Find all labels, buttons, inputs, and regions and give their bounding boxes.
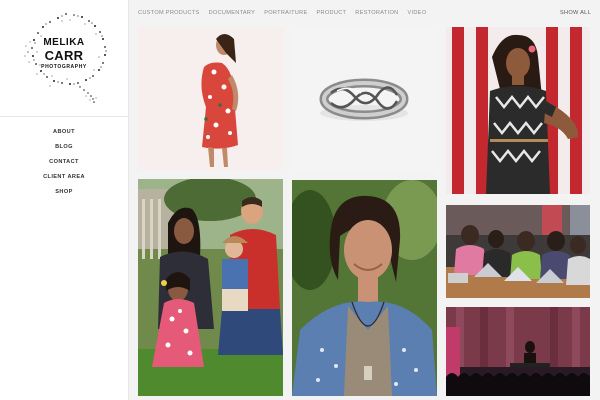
portfolio-filter-bar: CUSTOM PRODUCTS DOCUMENTARY PORTRAITURE … [130, 0, 600, 26]
laptop-workshop-photo[interactable] [446, 205, 590, 298]
filter-portraiture[interactable]: PORTRAITURE [264, 10, 307, 16]
brand-name-first: MELIKA [43, 37, 85, 48]
stage-performance-photo[interactable] [446, 307, 590, 396]
nav-item-about[interactable]: ABOUT [0, 125, 128, 140]
nav-item-contact[interactable]: CONTACT [0, 155, 128, 170]
filter-documentary[interactable]: DOCUMENTARY [209, 10, 256, 16]
nav-item-client-area[interactable]: CLIENT AREA [0, 170, 128, 185]
site-logo[interactable]: MELIKA CARR PHOTOGRAPHY [22, 12, 110, 104]
woman-flag-backdrop-photo[interactable] [446, 27, 590, 194]
sidebar-divider [0, 116, 128, 117]
category-filters: CUSTOM PRODUCTS DOCUMENTARY PORTRAITURE … [138, 10, 426, 16]
filter-video[interactable]: VIDEO [407, 10, 426, 16]
sidebar-nav: ABOUT BLOG CONTACT CLIENT AREA SHOP [0, 125, 128, 200]
show-all-link[interactable]: SHOW ALL [560, 10, 591, 16]
filter-product[interactable]: PRODUCT [317, 10, 347, 16]
sidebar: MELIKA CARR PHOTOGRAPHY ABOUT BLOG CONTA… [0, 0, 129, 400]
woman-denim-shirt-photo[interactable] [292, 180, 437, 396]
filter-restoration[interactable]: RESTORATION [355, 10, 398, 16]
nav-item-shop[interactable]: SHOP [0, 185, 128, 200]
brand-name-last: CARR [44, 48, 84, 63]
nav-item-blog[interactable]: BLOG [0, 140, 128, 155]
family-portrait-photo[interactable] [138, 179, 283, 396]
brand-tagline: PHOTOGRAPHY [41, 64, 87, 70]
woman-floral-dress-photo[interactable] [138, 27, 283, 170]
filter-custom-products[interactable]: CUSTOM PRODUCTS [138, 10, 200, 16]
silver-braided-ring-photo[interactable] [291, 27, 436, 170]
